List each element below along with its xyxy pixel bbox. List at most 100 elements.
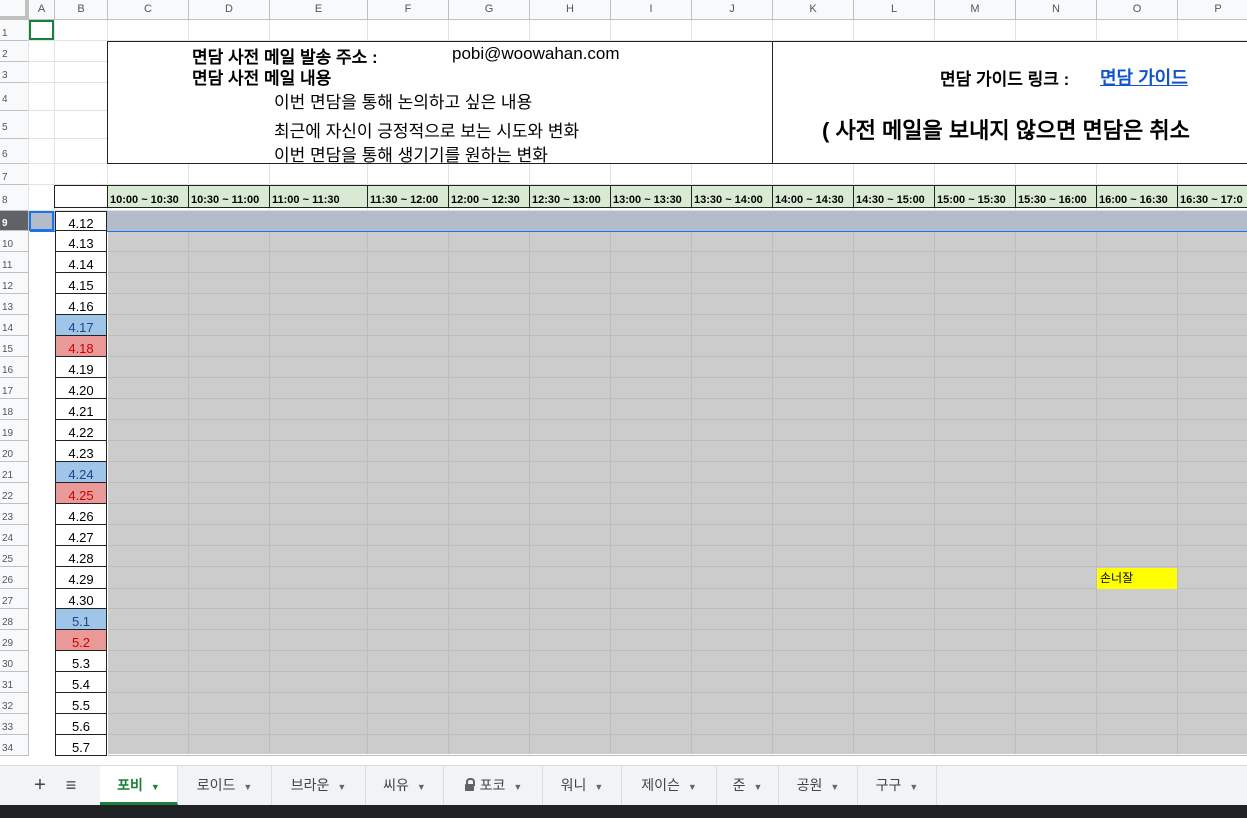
row-header-12[interactable]: 12: [0, 273, 29, 294]
date-cell[interactable]: 5.4: [55, 672, 107, 693]
column-header-h[interactable]: H: [530, 0, 611, 20]
sheet-tab[interactable]: 포코 ▼: [445, 766, 543, 805]
column-header-g[interactable]: G: [449, 0, 530, 20]
chevron-down-icon[interactable]: ▼: [688, 782, 697, 792]
date-cell[interactable]: 4.28: [55, 546, 107, 567]
date-cell[interactable]: 4.20: [55, 378, 107, 399]
select-all-corner[interactable]: [0, 0, 29, 20]
column-header-i[interactable]: I: [611, 0, 692, 20]
row-header-27[interactable]: 27: [0, 589, 29, 609]
email-value[interactable]: pobi@woowahan.com: [452, 44, 620, 64]
date-cell[interactable]: 4.12: [55, 211, 107, 231]
sheet-tab[interactable]: 구구 ▼: [858, 766, 937, 805]
column-header-j[interactable]: J: [692, 0, 773, 20]
chevron-down-icon[interactable]: ▼: [909, 782, 918, 792]
row-header-1[interactable]: 1: [0, 20, 29, 41]
chevron-down-icon[interactable]: ▼: [594, 782, 603, 792]
date-cell[interactable]: 4.23: [55, 441, 107, 462]
row-header-22[interactable]: 22: [0, 483, 29, 504]
row-header-30[interactable]: 30: [0, 651, 29, 672]
selected-cell-a1[interactable]: [29, 20, 54, 40]
date-cell[interactable]: 4.25: [55, 483, 107, 504]
row-header-20[interactable]: 20: [0, 441, 29, 462]
chevron-down-icon[interactable]: ▼: [753, 782, 762, 792]
row-header-25[interactable]: 25: [0, 546, 29, 567]
row-header-28[interactable]: 28: [0, 609, 29, 630]
row-header-3[interactable]: 3: [0, 62, 29, 83]
column-header-m[interactable]: M: [935, 0, 1016, 20]
date-cell[interactable]: 4.16: [55, 294, 107, 315]
row-header-7[interactable]: 7: [0, 164, 29, 185]
date-cell[interactable]: 4.24: [55, 462, 107, 483]
row-header-29[interactable]: 29: [0, 630, 29, 651]
row-header-14[interactable]: 14: [0, 315, 29, 336]
date-cell[interactable]: 4.29: [55, 567, 107, 589]
spreadsheet-grid[interactable]: ABCDEFGHIJKLMNOP 1 2 3 4 5 6 7 8 9 10 11 12 13 14 15 16…: [0, 0, 1247, 765]
date-cell[interactable]: 5.3: [55, 651, 107, 672]
sheet-tab[interactable]: 씨유 ▼: [366, 766, 444, 805]
column-header-e[interactable]: E: [270, 0, 368, 20]
row-header-31[interactable]: 31: [0, 672, 29, 693]
date-cell[interactable]: 4.14: [55, 252, 107, 273]
add-sheet-button[interactable]: +: [26, 766, 54, 805]
chevron-down-icon[interactable]: ▼: [513, 782, 522, 792]
chevron-down-icon[interactable]: ▼: [830, 782, 839, 792]
row-header-19[interactable]: 19: [0, 420, 29, 441]
column-header-p[interactable]: P: [1178, 0, 1247, 20]
all-sheets-button[interactable]: ≡: [58, 766, 84, 805]
row-header-18[interactable]: 18: [0, 399, 29, 420]
column-header-d[interactable]: D: [189, 0, 270, 20]
row-header-9[interactable]: 9: [0, 211, 29, 231]
row-header-26[interactable]: 26: [0, 567, 29, 589]
date-cell[interactable]: 4.30: [55, 589, 107, 609]
row-header-16[interactable]: 16: [0, 357, 29, 378]
column-header-c[interactable]: C: [108, 0, 189, 20]
row-header-6[interactable]: 6: [0, 139, 29, 164]
row-header-23[interactable]: 23: [0, 504, 29, 525]
date-cell[interactable]: 4.19: [55, 357, 107, 378]
column-header-l[interactable]: L: [854, 0, 935, 20]
date-cell[interactable]: 5.2: [55, 630, 107, 651]
row-header-21[interactable]: 21: [0, 462, 29, 483]
row-header-2[interactable]: 2: [0, 41, 29, 62]
sheet-tab[interactable]: 브라운 ▼: [272, 766, 366, 805]
sheet-tab[interactable]: 로이드 ▼: [178, 766, 272, 805]
column-header-k[interactable]: K: [773, 0, 854, 20]
sheet-tab[interactable]: 포비 ▼: [100, 766, 178, 805]
sheet-tab[interactable]: 공원 ▼: [779, 766, 858, 805]
date-cell[interactable]: 5.1: [55, 609, 107, 630]
date-cell[interactable]: 5.7: [55, 735, 107, 756]
date-cell[interactable]: 4.15: [55, 273, 107, 294]
date-cell[interactable]: 4.21: [55, 399, 107, 420]
column-header-b[interactable]: B: [55, 0, 108, 20]
date-cell[interactable]: 5.6: [55, 714, 107, 735]
column-header-o[interactable]: O: [1097, 0, 1178, 20]
row-header-10[interactable]: 10: [0, 231, 29, 252]
row-header-11[interactable]: 11: [0, 252, 29, 273]
booking-cell[interactable]: 손너잘: [1097, 568, 1177, 589]
sheet-tab[interactable]: 워니 ▼: [543, 766, 622, 805]
chevron-down-icon[interactable]: ▼: [337, 782, 346, 792]
row-header-33[interactable]: 33: [0, 714, 29, 735]
selected-cell-a9[interactable]: [29, 211, 54, 231]
row-header-34[interactable]: 34: [0, 735, 29, 756]
column-header-f[interactable]: F: [368, 0, 449, 20]
date-cell[interactable]: 4.26: [55, 504, 107, 525]
chevron-down-icon[interactable]: ▼: [151, 782, 160, 792]
row-header-32[interactable]: 32: [0, 693, 29, 714]
sheet-tab[interactable]: 준 ▼: [717, 766, 779, 805]
row-header-5[interactable]: 5: [0, 111, 29, 139]
column-header-a[interactable]: A: [29, 0, 55, 20]
date-cell[interactable]: 5.5: [55, 693, 107, 714]
row-header-8[interactable]: 8: [0, 185, 29, 211]
sheet-tab[interactable]: 제이슨 ▼: [622, 766, 717, 805]
date-cell[interactable]: 4.22: [55, 420, 107, 441]
row-header-17[interactable]: 17: [0, 378, 29, 399]
column-header-n[interactable]: N: [1016, 0, 1097, 20]
chevron-down-icon[interactable]: ▼: [243, 782, 252, 792]
row-header-24[interactable]: 24: [0, 525, 29, 546]
date-cell[interactable]: 4.18: [55, 336, 107, 357]
date-cell[interactable]: 4.17: [55, 315, 107, 336]
date-cell[interactable]: 4.27: [55, 525, 107, 546]
chevron-down-icon[interactable]: ▼: [417, 782, 426, 792]
